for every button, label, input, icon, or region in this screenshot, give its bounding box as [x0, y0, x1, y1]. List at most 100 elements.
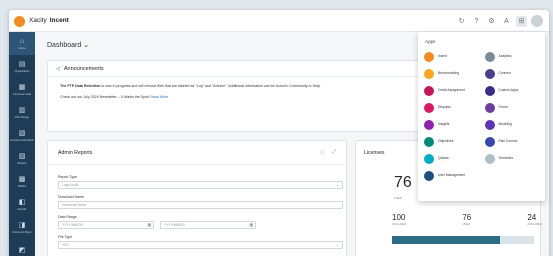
sidebar-item-label: Organization: [14, 69, 30, 73]
calendar-icon[interactable]: ▦: [249, 222, 253, 228]
sidebar-item-results[interactable]: ◧ Results: [9, 193, 35, 216]
help-icon[interactable]: ?: [471, 16, 482, 27]
app-item-label: Forms: [498, 104, 508, 109]
sidebar-item-organization[interactable]: ▤ Organization: [9, 55, 35, 78]
licenses-usage-fill: [392, 236, 500, 244]
app-item-benchmarking[interactable]: Benchmarking: [424, 68, 482, 79]
app-item-label: Plan Comms: [498, 138, 518, 143]
app-item-analytics[interactable]: Analytics: [484, 51, 543, 62]
admin-reports-form: Report Type Login Audit ⌄ Download Name D…: [48, 165, 346, 253]
quotas-app-icon: [424, 153, 434, 164]
app-item-label: Incent: [438, 53, 447, 58]
apps-grid-icon[interactable]: ⊞: [516, 15, 527, 27]
sidebar-item-label: Plan Design: [15, 115, 29, 119]
app-item-objectives[interactable]: Objectives: [424, 136, 482, 147]
sidebar-item-consumer-data[interactable]: ▦ Consumer Data: [9, 78, 35, 101]
app-item-label: Benchmarking: [438, 70, 460, 75]
app-item-territories[interactable]: Territories: [484, 153, 543, 164]
utilities-icon: ▩: [18, 175, 26, 183]
stat-label: INCLUDED: [392, 222, 407, 226]
app-item-connect[interactable]: Connect: [484, 68, 543, 79]
stat-included: 100 INCLUDED: [392, 213, 406, 226]
calendar-icon[interactable]: ▦: [147, 222, 151, 228]
app-item-disputes[interactable]: Disputes: [424, 102, 482, 113]
sidebar-item-document-mgmt[interactable]: ◨ Document Mgmt: [9, 216, 35, 239]
app-item-label: Credit Assignment: [438, 87, 465, 92]
announcement-text: is now in progress and will remove files…: [100, 84, 322, 88]
app-item-label: Connect: [498, 70, 511, 75]
app-window: Xacity Incent ↻ ? ⚙ A ⊞ ⌂ Home ▤ Organizat…: [9, 10, 549, 256]
date-from-input[interactable]: YYYY/MM/DD ▦: [58, 221, 154, 229]
sidebar-item-plan-design[interactable]: ▥ Plan Design: [9, 101, 35, 124]
data-icon: ▦: [18, 83, 26, 91]
plan-comms-app-icon: [484, 136, 495, 147]
read-more-link[interactable]: Read More: [150, 95, 168, 99]
font-size-icon[interactable]: A: [501, 16, 512, 27]
apps-grid: Incent Analytics Benchmarking Connect Credit…: [424, 51, 542, 181]
sidebar-item-reports[interactable]: ▨ Reports: [9, 147, 35, 170]
custom-apps-app-icon: [484, 85, 495, 96]
app-item-forms[interactable]: Forms: [484, 102, 543, 113]
sidebar-item-label: Consumer Data: [12, 92, 32, 96]
modeling-app-icon: [484, 119, 495, 130]
sidebar-item-label: Home: [18, 46, 26, 50]
user-avatar[interactable]: [531, 15, 543, 27]
results-icon: ◧: [18, 198, 26, 206]
expand-icon[interactable]: ⤢: [332, 149, 336, 156]
sidebar-item-incentive-calculation[interactable]: ▧ Incentive Calculation: [9, 124, 35, 147]
app-item-user-management[interactable]: User Management: [424, 170, 482, 181]
sidebar-item-home[interactable]: ⌂ Home: [9, 32, 35, 55]
report-type-select[interactable]: Login Audit ⌄: [58, 181, 343, 189]
refresh-icon[interactable]: ↻: [456, 16, 467, 27]
sidebar-item-label: Results: [17, 207, 27, 211]
insights-app-icon: [424, 119, 434, 130]
stat-value: 24: [527, 213, 537, 222]
sidebar: ⌂ Home ▤ Organization ▦ Consumer Data ▥ Plan…: [9, 32, 35, 256]
file-type-select[interactable]: CSV ⌄: [58, 241, 343, 249]
sidebar-item-utilities[interactable]: ▩ Utilities: [9, 170, 35, 193]
stat-available: 24 AVAILABLE: [527, 213, 542, 226]
card-tools: ⓘ ⤢: [320, 149, 336, 156]
file-type-label: File Type: [58, 235, 73, 239]
info-icon[interactable]: ⓘ: [320, 149, 325, 156]
app-item-insights[interactable]: Insights: [424, 119, 482, 130]
app-item-label: Disputes: [438, 104, 451, 109]
date-range-row: YYYY/MM/DD ▦ YYYY/MM/DD ▦: [58, 221, 336, 229]
date-range-label: Date Range: [58, 215, 77, 219]
announcements-title: Announcements: [63, 65, 104, 72]
brand-part-1: Xacity: [29, 17, 47, 24]
stat-label: USED: [462, 222, 471, 226]
app-item-label: User Management: [438, 172, 466, 177]
app-item-credit-assignment[interactable]: Credit Assignment: [424, 85, 482, 96]
xactly-logo-icon[interactable]: [14, 16, 25, 27]
disputes-app-icon: [424, 102, 434, 113]
app-item-incent[interactable]: Incent: [424, 51, 482, 62]
app-item-plan-comms[interactable]: Plan Comms: [484, 136, 543, 147]
announcement-bold: The FTP Data Retention: [60, 84, 101, 88]
app-item-custom-apps[interactable]: Custom Apps: [484, 85, 543, 96]
territories-app-icon: [484, 153, 495, 164]
sidebar-item-label: Document Mgmt: [12, 230, 32, 234]
app-item-label: Insights: [438, 121, 450, 126]
docs-icon: ◨: [18, 221, 26, 229]
app-item-modeling[interactable]: Modeling: [484, 119, 543, 130]
sidebar-item-more[interactable]: ◩: [9, 239, 35, 256]
date-to-placeholder: YYYY/MM/DD: [164, 223, 185, 227]
brand-part-2: Incent: [49, 17, 69, 24]
stat-label: AVAILABLE: [527, 222, 542, 226]
benchmarking-app-icon: [424, 68, 434, 79]
user-management-app-icon: [424, 170, 434, 181]
download-name-input[interactable]: Download Name: [58, 201, 343, 209]
credit-assignment-app-icon: [424, 85, 434, 96]
home-icon: ⌂: [19, 37, 25, 45]
apps-menu-title: Apps: [425, 39, 436, 44]
breadcrumb[interactable]: Dashboard ⌄: [47, 41, 89, 49]
gear-icon[interactable]: ⚙: [486, 16, 497, 27]
licenses-stats: 100 INCLUDED 76 USED 24 AVAILABLE: [392, 213, 542, 226]
sidebar-item-label: Reports: [17, 161, 27, 165]
date-to-input[interactable]: YYYY/MM/DD ▦: [160, 221, 256, 229]
admin-reports-card: Admin Reports ⓘ ⤢ Report Type Login Audi…: [47, 140, 347, 256]
app-item-quotas[interactable]: Quotas: [424, 153, 482, 164]
app-item-label: Territories: [498, 155, 513, 160]
chevron-down-icon: ⌄: [336, 183, 339, 187]
